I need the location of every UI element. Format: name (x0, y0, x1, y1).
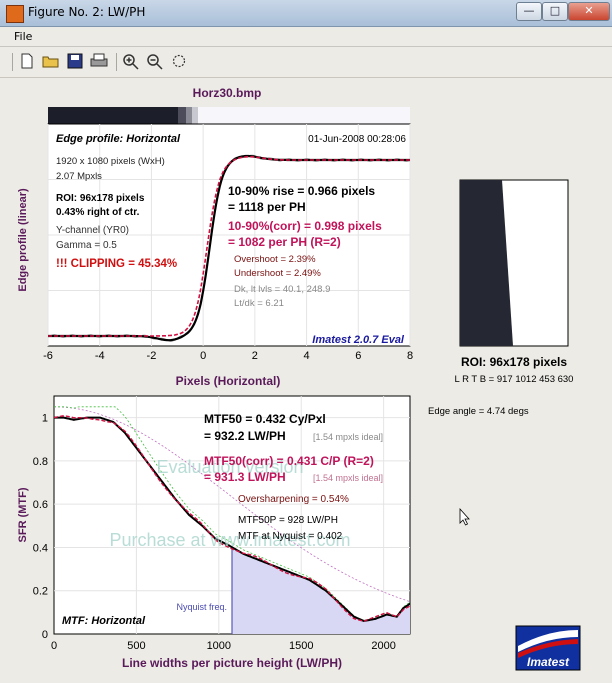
corr-rise-per-ph: = 1082 per PH (R=2) (228, 235, 341, 249)
edge-plot-date: 01-Jun-2008 00:28:06 (308, 134, 406, 145)
menu-file[interactable]: File (14, 30, 32, 43)
mtf-at-nyquist: MTF at Nyquist = 0.402 (238, 531, 343, 542)
mtf50-corr-lwph: = 931.3 LW/PH (204, 470, 286, 484)
edge-x-tick-label: 0 (200, 350, 206, 362)
new-icon[interactable] (18, 53, 36, 71)
file-title: Horz30.bmp (193, 86, 262, 100)
mtf50-cypx: MTF50 = 0.432 Cy/Pxl (204, 412, 326, 426)
roi-coords: L R T B = 917 1012 453 630 (455, 374, 574, 385)
mtf-y-tick-label: 0.4 (33, 542, 48, 554)
toolbar (0, 47, 612, 78)
mtf-x-tick-label: 0 (51, 640, 57, 652)
megapixels: 2.07 Mpxls (56, 171, 102, 182)
edge-angle: Edge angle = 4.74 degs (428, 406, 529, 417)
rise-pixels: 10-90% rise = 0.966 pixels (228, 184, 375, 198)
window-title: Figure No. 2: LW/PH (28, 5, 146, 19)
edge-gradient-strip (48, 107, 410, 124)
corr-rise-pixels: 10-90%(corr) = 0.998 pixels (228, 219, 382, 233)
mtf-y-tick-label: 0.6 (33, 499, 48, 511)
rise-per-ph: = 1118 per PH (228, 200, 306, 214)
roi-thumbnail (459, 179, 569, 347)
zoom-in-icon[interactable] (122, 53, 140, 71)
edge-x-tick-label: -2 (147, 350, 157, 362)
mtf-x-tick-label: 1000 (207, 640, 231, 652)
oversharpening: Oversharpening = 0.54% (238, 494, 349, 505)
mtf-y-tick-label: 0.8 (33, 456, 48, 468)
level-ratio: Lt/dk = 6.21 (234, 298, 284, 309)
edge-x-tick-label: -4 (95, 350, 105, 362)
mtf50p: MTF50P = 928 LW/PH (238, 515, 338, 526)
nyquist-label: Nyquist freq. (176, 602, 227, 612)
image-size: 1920 x 1080 pixels (WxH) (56, 156, 165, 167)
edge-xlabel: Pixels (Horizontal) (176, 374, 281, 388)
mtf-y-tick-label: 0 (42, 629, 48, 641)
save-icon[interactable] (66, 53, 84, 71)
mtf-ylabel: SFR (MTF) (17, 487, 29, 542)
levels: Dk, lt lvls = 40.1, 248.9 (234, 284, 330, 295)
imatest-logo: Imatest (515, 625, 581, 671)
mtf50-ideal: [1.54 mpxls ideal] (313, 432, 383, 442)
mtf-x-tick-label: 1500 (289, 640, 313, 652)
roi-size: ROI: 96x178 pixels (56, 193, 145, 204)
close-button[interactable]: ✕ (568, 2, 610, 21)
imatest-version: Imatest 2.0.7 Eval (312, 334, 405, 346)
zoom-out-icon[interactable] (146, 53, 164, 71)
roi-label: ROI: 96x178 pixels (461, 355, 567, 369)
edge-x-ticks: -6 -4 -2 0 2 4 6 8 (43, 350, 413, 362)
edge-ylabel: Edge profile (linear) (17, 188, 29, 292)
title-bar: Figure No. 2: LW/PH — □ ✕ (0, 0, 612, 27)
mouse-cursor-icon (459, 507, 470, 526)
mtf50-lwph: = 932.2 LW/PH (204, 429, 286, 443)
mtf-x-tick-label: 2000 (371, 640, 395, 652)
print-icon[interactable] (90, 53, 108, 71)
mtf-y-tick-label: 0.2 (33, 586, 48, 598)
open-icon[interactable] (42, 53, 60, 71)
toolbar-separator (116, 53, 117, 71)
maximize-button[interactable]: □ (542, 2, 568, 21)
app-icon (6, 5, 24, 23)
roi-offset: 0.43% right of ctr. (56, 207, 140, 218)
mtf-x-tick-label: 500 (127, 640, 145, 652)
mtf50-corr-ideal: [1.54 mpxls ideal] (313, 473, 383, 483)
rotate-icon[interactable] (170, 53, 188, 71)
minimize-button[interactable]: — (516, 2, 542, 21)
edge-x-tick-label: 8 (407, 350, 413, 362)
mtf50-corr: MTF50(corr) = 0.431 C/P (R=2) (204, 454, 374, 468)
gamma: Gamma = 0.5 (56, 240, 117, 251)
imatest-logo-text: Imatest (527, 655, 570, 669)
edge-plot-title: Edge profile: Horizontal (56, 133, 181, 145)
mtf-xlabel: Line widths per picture height (LW/PH) (122, 656, 342, 670)
overshoot: Overshoot = 2.39% (234, 254, 316, 265)
channel: Y-channel (YR0) (56, 225, 129, 236)
figure-svg: Horz30.bmp -6 -4 -2 0 2 4 6 8 Edge profile: Hor… (17, 86, 581, 671)
figure-canvas: Horz30.bmp -6 -4 -2 0 2 4 6 8 Edge profile: Hor… (8, 78, 604, 676)
edge-x-tick-label: 6 (355, 350, 361, 362)
edge-x-tick-label: -6 (43, 350, 53, 362)
clipping-warning: !!! CLIPPING = 45.34% (56, 258, 177, 270)
mtf-plot-title: MTF: Horizontal (62, 615, 146, 627)
mtf-y-tick-label: 1 (42, 413, 48, 425)
menu-bar: File (0, 27, 612, 47)
edge-x-tick-label: 4 (304, 350, 310, 362)
toolbar-grip (12, 53, 13, 71)
undershoot: Undershoot = 2.49% (234, 268, 321, 279)
edge-x-tick-label: 2 (252, 350, 258, 362)
